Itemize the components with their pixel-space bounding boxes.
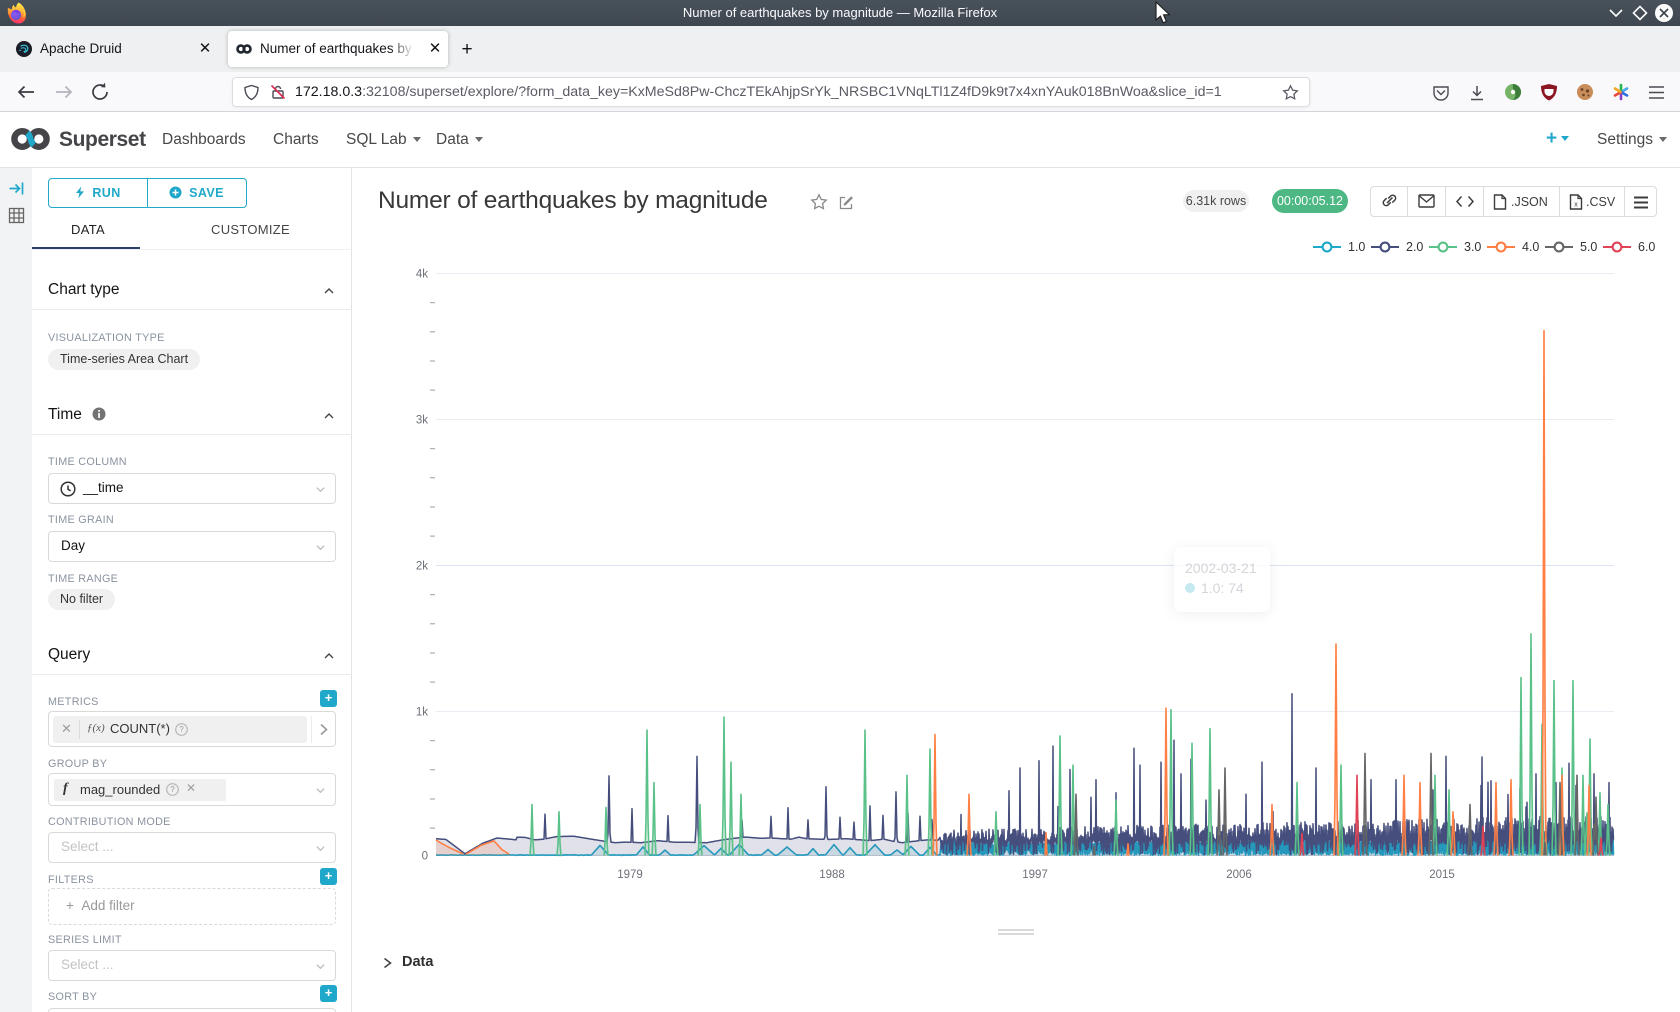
svg-text:1k: 1k bbox=[416, 707, 428, 719]
svg-text:3k: 3k bbox=[416, 415, 428, 427]
svg-text:0: 0 bbox=[422, 851, 428, 863]
svg-text:?: ? bbox=[170, 785, 175, 794]
svg-text:?: ? bbox=[179, 725, 184, 734]
svg-text:1979: 1979 bbox=[617, 869, 643, 881]
svg-text:x: x bbox=[1574, 202, 1578, 209]
svg-text:1988: 1988 bbox=[819, 869, 845, 881]
svg-text:2k: 2k bbox=[416, 561, 428, 573]
svg-text:2006: 2006 bbox=[1226, 869, 1252, 881]
svg-text:4k: 4k bbox=[416, 269, 428, 281]
svg-text:1997: 1997 bbox=[1022, 869, 1048, 881]
svg-text:2015: 2015 bbox=[1429, 869, 1455, 881]
